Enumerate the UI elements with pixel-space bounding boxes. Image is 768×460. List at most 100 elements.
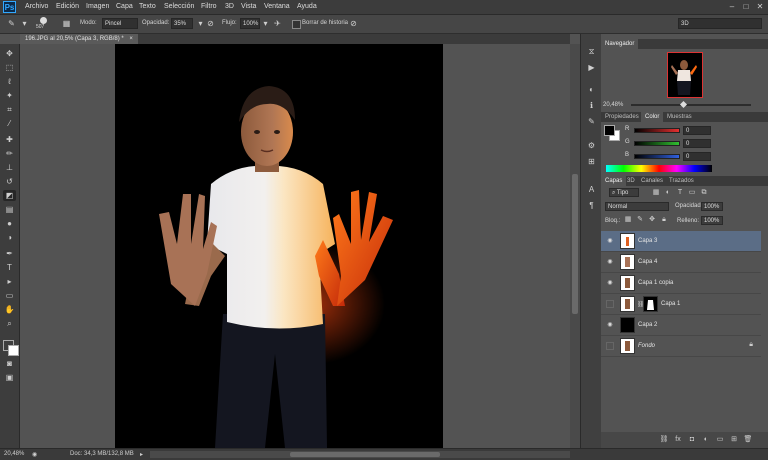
eraser-tool-button-icon[interactable]: ◩: [3, 190, 16, 201]
marquee-tool-icon[interactable]: ⬚: [3, 62, 16, 73]
close-window-button[interactable]: ✕: [755, 2, 765, 11]
add-mask-icon[interactable]: ◘: [687, 435, 697, 445]
brush-preset-picker[interactable]: 507: [36, 17, 52, 31]
quick-mask-icon[interactable]: ◙: [3, 358, 16, 369]
channel-r-slider[interactable]: [634, 128, 680, 133]
pressure-size-icon[interactable]: ⊘: [348, 18, 359, 29]
erase-history-checkbox[interactable]: [292, 20, 301, 29]
blur-tool-icon[interactable]: ●: [3, 218, 16, 229]
vertical-scrollbar[interactable]: [570, 44, 580, 448]
menu-edicion[interactable]: Edición: [56, 3, 79, 10]
lock-all-icon[interactable]: 🔒︎: [659, 215, 669, 225]
menu-archivo[interactable]: Archivo: [25, 3, 48, 10]
eye-icon[interactable]: ◉: [606, 321, 614, 329]
layer-filter-kind-select[interactable]: ⌕ Tipo: [609, 188, 639, 197]
layer-opacity-field[interactable]: 100%: [701, 202, 723, 211]
layer-row-fondo[interactable]: Fondo 🔒︎: [601, 336, 761, 357]
tab-navigator[interactable]: Navegador: [601, 39, 639, 49]
menu-vista[interactable]: Vista: [241, 3, 256, 10]
document-canvas[interactable]: [115, 44, 443, 448]
maximize-button[interactable]: □: [741, 2, 751, 11]
new-group-icon[interactable]: ▭: [715, 435, 725, 445]
layer-row-capa-2[interactable]: ◉ Capa 2: [601, 315, 761, 336]
pressure-opacity-icon[interactable]: ⊘: [205, 18, 216, 29]
link-layers-icon[interactable]: ⛓: [659, 435, 669, 445]
layer-row-capa-4[interactable]: ◉ Capa 4: [601, 252, 761, 273]
new-layer-icon[interactable]: ⊞: [729, 435, 739, 445]
status-info-icon[interactable]: ◉: [32, 451, 37, 458]
zoom-tool-icon[interactable]: ⌕: [3, 318, 16, 329]
brush-panel-icon[interactable]: ▦: [61, 18, 72, 29]
workspace-select[interactable]: 3D: [678, 18, 762, 29]
hand-tool-icon[interactable]: ✋: [3, 304, 16, 315]
adjustment-layer-icon[interactable]: ◐: [701, 435, 711, 445]
channel-g-slider[interactable]: [634, 141, 680, 146]
brush-presets-panel-icon[interactable]: ✎: [586, 116, 597, 127]
color-spectrum-ramp[interactable]: [606, 165, 712, 172]
channel-b-slider[interactable]: [634, 154, 680, 159]
layer-style-icon[interactable]: fx: [673, 435, 683, 445]
filter-smart-object-icon[interactable]: ⧉: [699, 188, 709, 198]
tool-preset-chevron-icon[interactable]: ▾: [19, 18, 30, 29]
document-tab[interactable]: 196.JPG al 20,5% (Capa 3, RGB/8) * ×: [20, 34, 138, 44]
rectangle-tool-icon[interactable]: ▭: [3, 290, 16, 301]
mode-select[interactable]: Pincel: [102, 18, 138, 29]
tab-color[interactable]: Color: [641, 112, 664, 122]
eye-icon[interactable]: ◉: [606, 237, 614, 245]
status-zoom[interactable]: 20,48%: [4, 451, 24, 457]
lock-image-pixels-icon[interactable]: ✎: [635, 215, 645, 225]
canvas-area[interactable]: [20, 44, 570, 448]
eraser-tool-icon[interactable]: ✎: [6, 18, 17, 29]
layer-row-capa-3[interactable]: ◉ Capa 3: [601, 231, 761, 252]
navigator-zoom-handle[interactable]: [679, 100, 688, 109]
eye-hidden-icon[interactable]: [606, 342, 614, 350]
fill-field[interactable]: 100%: [701, 216, 723, 225]
gradient-tool-icon[interactable]: ▤: [3, 204, 16, 215]
eye-icon[interactable]: ◉: [606, 279, 614, 287]
clone-source-panel-icon[interactable]: ⊞: [586, 156, 597, 167]
crop-tool-icon[interactable]: ⌗: [3, 104, 16, 115]
menu-filtro[interactable]: Filtro: [201, 3, 217, 10]
menu-ventana[interactable]: Ventana: [264, 3, 290, 10]
filter-type-icon[interactable]: T: [675, 188, 685, 198]
actions-panel-icon[interactable]: ▶: [586, 62, 597, 73]
character-panel-icon[interactable]: A: [586, 184, 597, 195]
adjustments-panel-icon[interactable]: ◐: [586, 84, 597, 95]
history-brush-tool-icon[interactable]: ↺: [3, 176, 16, 187]
navigator-zoom-slider[interactable]: [631, 100, 751, 109]
tab-channels[interactable]: Canales: [637, 176, 667, 186]
channel-g-value[interactable]: 0: [683, 139, 711, 148]
channel-r-value[interactable]: 0: [683, 126, 711, 135]
brush-panel-icon[interactable]: ⚙: [586, 140, 597, 151]
delete-layer-icon[interactable]: 🗑︎: [743, 435, 753, 445]
filter-shape-icon[interactable]: ▭: [687, 188, 697, 198]
eye-hidden-icon[interactable]: [606, 300, 614, 308]
airbrush-icon[interactable]: ✈: [272, 18, 283, 29]
navigator-zoom[interactable]: 20,48%: [603, 102, 623, 108]
color-foreground-swatch[interactable]: [604, 125, 615, 136]
paragraph-panel-icon[interactable]: ¶: [586, 200, 597, 211]
lock-transparent-pixels-icon[interactable]: ▦: [623, 215, 633, 225]
dodge-tool-icon[interactable]: ◑: [3, 232, 16, 243]
document-close-icon[interactable]: ×: [129, 36, 133, 42]
navigator-preview[interactable]: [667, 52, 703, 98]
channel-b-value[interactable]: 0: [683, 152, 711, 161]
move-tool-icon[interactable]: ✥: [3, 48, 16, 59]
layer-row-capa-1-copia[interactable]: ◉ Capa 1 copia: [601, 273, 761, 294]
lasso-tool-icon[interactable]: ℓ: [3, 76, 16, 87]
quick-selection-tool-icon[interactable]: ✦: [3, 90, 16, 101]
menu-3d[interactable]: 3D: [225, 3, 234, 10]
horizontal-scrollbar[interactable]: [150, 451, 570, 458]
layer-mask-thumbnail[interactable]: [643, 296, 658, 312]
healing-brush-tool-icon[interactable]: ✚: [3, 134, 16, 145]
screen-mode-icon[interactable]: ▣: [3, 372, 16, 383]
menu-texto[interactable]: Texto: [139, 3, 156, 10]
type-tool-icon[interactable]: T: [3, 262, 16, 273]
tab-paths[interactable]: Trazados: [665, 176, 698, 186]
filter-adjustment-icon[interactable]: ◐: [663, 188, 673, 198]
history-panel-icon[interactable]: ⧖: [586, 46, 597, 57]
status-arrow-icon[interactable]: ▸: [140, 451, 143, 458]
info-panel-icon[interactable]: ℹ: [586, 100, 597, 111]
minimize-button[interactable]: –: [727, 2, 737, 11]
pen-tool-icon[interactable]: ✒: [3, 248, 16, 259]
